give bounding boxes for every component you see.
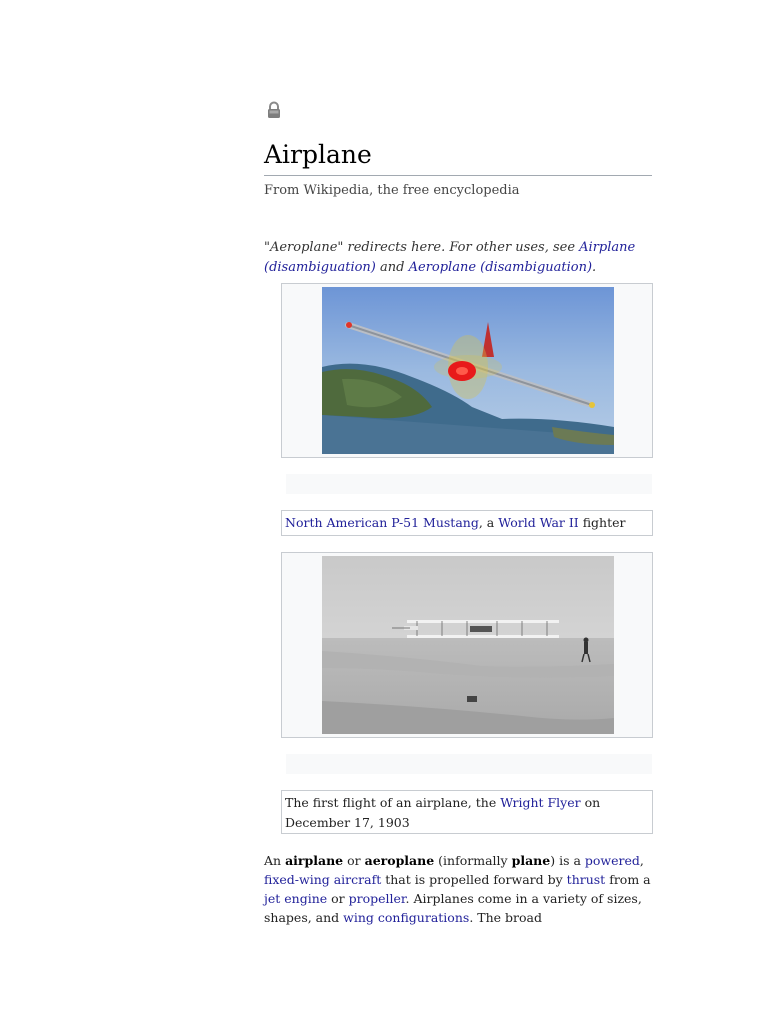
- padlock-icon: [268, 101, 280, 118]
- link-fixed-wing-aircraft[interactable]: fixed-wing aircraft: [264, 872, 381, 887]
- caption-prefix: The first flight of an airplane, the: [285, 795, 501, 810]
- wright-flyer-photo[interactable]: [322, 556, 614, 734]
- hatnote: "Aeroplane" redirects here. For other us…: [264, 238, 656, 278]
- figure-spacer-1: [286, 474, 652, 494]
- hatnote-middle: and: [375, 260, 409, 275]
- p51-mustang-photo[interactable]: [322, 287, 614, 454]
- intro-text: ) is a: [550, 853, 585, 868]
- figure-caption-wright-flyer: The first flight of an airplane, the Wri…: [281, 790, 653, 834]
- hatnote-suffix: .: [592, 260, 597, 275]
- hatnote-prefix: "Aeroplane" redirects here. For other us…: [264, 240, 580, 255]
- intro-text: or: [343, 853, 365, 868]
- link-aeroplane-disambiguation[interactable]: Aeroplane (disambiguation): [409, 260, 592, 275]
- caption-mid: , a: [478, 515, 499, 530]
- term-airplane: airplane: [285, 853, 344, 868]
- link-wright-flyer[interactable]: Wright Flyer: [500, 795, 580, 810]
- site-tagline: From Wikipedia, the free encyclopedia: [264, 183, 520, 198]
- link-p51-mustang[interactable]: North American P-51 Mustang: [285, 515, 479, 530]
- intro-text: . The broad: [469, 910, 542, 925]
- term-aeroplane: aeroplane: [364, 853, 435, 868]
- intro-text: An: [264, 853, 286, 868]
- intro-text: from a: [605, 872, 651, 887]
- link-powered[interactable]: powered: [585, 853, 640, 868]
- link-wing-configurations[interactable]: wing configurations: [343, 910, 469, 925]
- page-title: Airplane: [264, 138, 652, 176]
- figure-p51-mustang: [281, 283, 653, 458]
- figure-caption-p51: North American P-51 Mustang, a World War…: [281, 510, 653, 536]
- intro-paragraph: An airplane or aeroplane (informally pla…: [264, 851, 654, 927]
- figure-spacer-2: [286, 754, 652, 774]
- link-world-war-ii[interactable]: World War II: [498, 515, 579, 530]
- term-plane: plane: [511, 853, 551, 868]
- intro-text: that is propelled forward by: [381, 872, 567, 887]
- intro-text: or: [327, 891, 349, 906]
- link-jet-engine[interactable]: jet engine: [264, 891, 327, 906]
- intro-text: (informally: [434, 853, 512, 868]
- link-propeller[interactable]: propeller: [349, 891, 406, 906]
- link-thrust[interactable]: thrust: [567, 872, 606, 887]
- intro-text: ,: [639, 853, 644, 868]
- figure-wright-flyer: [281, 552, 653, 738]
- caption-suffix: fighter: [578, 515, 626, 530]
